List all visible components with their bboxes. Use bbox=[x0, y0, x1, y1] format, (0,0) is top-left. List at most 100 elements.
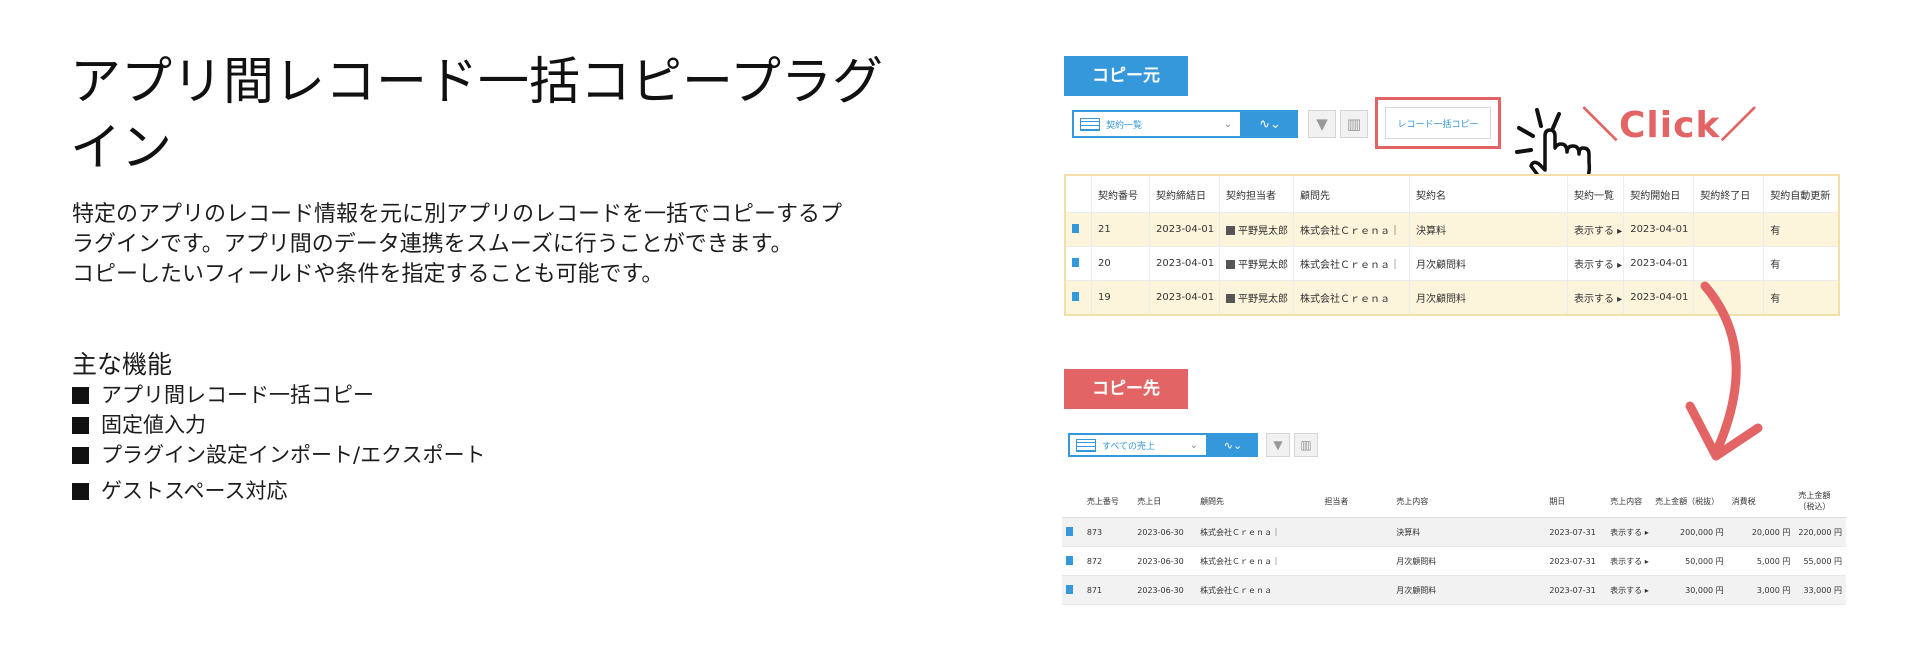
bar-chart-icon: ▥ bbox=[1346, 115, 1362, 133]
record-detail-icon[interactable] bbox=[1066, 584, 1073, 594]
user-icon bbox=[1226, 260, 1235, 269]
view-label: 契約一覧 bbox=[1106, 120, 1143, 131]
click-callout: ＼Click／ bbox=[1582, 105, 1758, 146]
record-detail-icon[interactable] bbox=[1072, 291, 1079, 301]
table-row[interactable]: 20 2023-04-01 平野晃太郎 株式会社Ｃｒｅｎａ｜ 月次顧問料 表示す… bbox=[1064, 246, 1840, 281]
cell[interactable]: 表示する ▸ bbox=[1606, 517, 1652, 547]
graph-view-button[interactable]: ∿⌄ bbox=[1208, 433, 1258, 457]
cell: 2023-04-01 bbox=[1149, 280, 1220, 316]
filter-icon: ▼ bbox=[1316, 115, 1328, 133]
cell bbox=[1320, 575, 1393, 605]
user-icon bbox=[1226, 294, 1235, 303]
cell: 2023-04-01 bbox=[1149, 212, 1220, 247]
cell: 2023-06-30 bbox=[1133, 546, 1197, 576]
cell bbox=[1693, 246, 1765, 281]
cell: 5,000 円 bbox=[1727, 546, 1795, 576]
user-cell[interactable]: 平野晃太郎 bbox=[1219, 280, 1294, 316]
column-header: 契約担当者 bbox=[1219, 174, 1294, 213]
cell: 月次顧問料 bbox=[1392, 575, 1546, 605]
user-cell[interactable]: 平野晃太郎 bbox=[1219, 246, 1294, 281]
graph-icon: ∿⌄ bbox=[1259, 116, 1281, 132]
cell: 21 bbox=[1091, 212, 1150, 247]
cell bbox=[1320, 517, 1393, 547]
cell[interactable]: 表示する ▸ bbox=[1566, 212, 1625, 247]
user-cell[interactable]: 平野晃太郎 bbox=[1219, 212, 1294, 247]
column-header: 消費税 bbox=[1727, 485, 1795, 518]
cell: 有 bbox=[1763, 246, 1840, 281]
copy-arrow-icon bbox=[1685, 281, 1763, 461]
client-link[interactable]: 株式会社Ｃｒｅｎａ｜ bbox=[1196, 517, 1321, 547]
record-detail-icon[interactable] bbox=[1072, 223, 1079, 233]
cell: 2023-06-30 bbox=[1133, 575, 1197, 605]
chart-button[interactable]: ▥ bbox=[1340, 110, 1368, 138]
cell: 30,000 円 bbox=[1651, 575, 1728, 605]
table-row[interactable]: 21 2023-04-01 平野晃太郎 株式会社Ｃｒｅｎａ｜ 決算料 表示する … bbox=[1064, 212, 1840, 247]
column-header bbox=[1062, 485, 1083, 518]
cell: 決算料 bbox=[1409, 212, 1568, 247]
cell: 2023-07-31 bbox=[1545, 517, 1607, 547]
bullet-square-icon bbox=[72, 386, 89, 404]
record-detail-icon[interactable] bbox=[1072, 257, 1079, 267]
record-detail-icon[interactable] bbox=[1066, 526, 1073, 536]
feature-item: 固定値入力 bbox=[72, 410, 485, 440]
cell bbox=[1693, 212, 1765, 247]
column-header: 売上日 bbox=[1133, 485, 1197, 518]
cell: 有 bbox=[1763, 212, 1840, 247]
source-tag: コピー元 bbox=[1064, 56, 1188, 96]
client-link[interactable]: 株式会社Ｃｒｅｎａ｜ bbox=[1293, 246, 1410, 281]
cell: 33,000 円 bbox=[1794, 575, 1846, 605]
table-header-row: 契約番号 契約締結日 契約担当者 顧問先 契約名 契約一覧 契約開始日 契約終了… bbox=[1064, 174, 1840, 213]
column-header: 契約一覧 bbox=[1566, 174, 1625, 213]
filter-icon: ▼ bbox=[1273, 438, 1283, 452]
column-header: 担当者 bbox=[1320, 485, 1393, 518]
view-label: すべての売上 bbox=[1102, 441, 1156, 452]
client-link[interactable]: 株式会社Ｃｒｅｎａ｜ bbox=[1196, 546, 1321, 576]
client-link[interactable]: 株式会社Ｃｒｅｎａ｜ bbox=[1293, 212, 1410, 247]
column-header: 契約番号 bbox=[1091, 174, 1150, 213]
cell[interactable]: 表示する ▸ bbox=[1606, 546, 1652, 576]
destination-table: 売上番号 売上日 顧問先 担当者 売上内容 期日 売上内容 売上金額（税抜） 消… bbox=[1062, 485, 1846, 605]
bar-chart-icon: ▥ bbox=[1300, 438, 1312, 452]
cell: 2023-04-01 bbox=[1149, 246, 1220, 281]
cell: 3,000 円 bbox=[1727, 575, 1795, 605]
record-detail-icon[interactable] bbox=[1066, 555, 1073, 565]
chevron-down-icon: ⌄ bbox=[1189, 439, 1198, 451]
table-row[interactable]: 873 2023-06-30 株式会社Ｃｒｅｎａ｜ 決算料 2023-07-31… bbox=[1062, 517, 1846, 547]
description: 特定のアプリのレコード情報を元に別アプリのレコードを一括でコピーするプ ラグイン… bbox=[72, 200, 932, 290]
bullet-square-icon bbox=[72, 416, 89, 434]
feature-list: アプリ間レコード一括コピー 固定値入力 プラグイン設定インポート/エクスポート … bbox=[72, 380, 485, 506]
bulk-copy-button[interactable]: レコード一括コピー bbox=[1385, 107, 1491, 139]
feature-label: アプリ間レコード一括コピー bbox=[101, 383, 374, 407]
client-link[interactable]: 株式会社Ｃｒｅｎａ bbox=[1196, 575, 1321, 605]
cell[interactable]: 表示する ▸ bbox=[1566, 280, 1625, 316]
cell: 平野晃太郎 bbox=[1238, 226, 1288, 237]
column-header: 売上内容 bbox=[1606, 485, 1652, 518]
cell: 20,000 円 bbox=[1727, 517, 1795, 547]
chart-button[interactable]: ▥ bbox=[1294, 433, 1318, 457]
cell: 2023-04-01 bbox=[1623, 246, 1695, 281]
copy-button-highlight: レコード一括コピー bbox=[1375, 97, 1501, 149]
filter-button[interactable]: ▼ bbox=[1308, 110, 1336, 138]
feature-label: ゲストスペース対応 bbox=[101, 479, 288, 503]
table-row[interactable]: 872 2023-06-30 株式会社Ｃｒｅｎａ｜ 月次顧問料 2023-07-… bbox=[1062, 546, 1846, 576]
source-view-select[interactable]: 契約一覧 ⌄ bbox=[1072, 110, 1242, 138]
table-header-row: 売上番号 売上日 顧問先 担当者 売上内容 期日 売上内容 売上金額（税抜） 消… bbox=[1062, 485, 1846, 518]
cell[interactable]: 表示する ▸ bbox=[1606, 575, 1652, 605]
cell: 平野晃太郎 bbox=[1238, 260, 1288, 271]
cell[interactable]: 表示する ▸ bbox=[1566, 246, 1625, 281]
client-link[interactable]: 株式会社Ｃｒｅｎａ bbox=[1293, 280, 1410, 316]
destination-view-select[interactable]: すべての売上 ⌄ bbox=[1068, 433, 1208, 457]
feature-label: 固定値入力 bbox=[101, 413, 206, 437]
cell bbox=[1320, 546, 1393, 576]
column-header bbox=[1064, 174, 1092, 213]
column-header: 売上金額（税込） bbox=[1794, 485, 1846, 518]
table-row[interactable]: 871 2023-06-30 株式会社Ｃｒｅｎａ 月次顧問料 2023-07-3… bbox=[1062, 575, 1846, 605]
graph-view-button[interactable]: ∿⌄ bbox=[1242, 110, 1298, 138]
page-title: アプリ間レコード一括コピープラグイン bbox=[70, 53, 883, 178]
screenshot-panel: コピー元 契約一覧 ⌄ ∿⌄ ▼ ▥ レコード一括コピー ＼Click／ 契約番… bbox=[1000, 0, 1920, 652]
features-heading: 主な機能 bbox=[72, 350, 173, 379]
chevron-down-icon: ⌄ bbox=[1223, 118, 1232, 130]
bullet-square-icon bbox=[72, 446, 89, 464]
column-header: 売上番号 bbox=[1082, 485, 1134, 518]
filter-button[interactable]: ▼ bbox=[1266, 433, 1290, 457]
